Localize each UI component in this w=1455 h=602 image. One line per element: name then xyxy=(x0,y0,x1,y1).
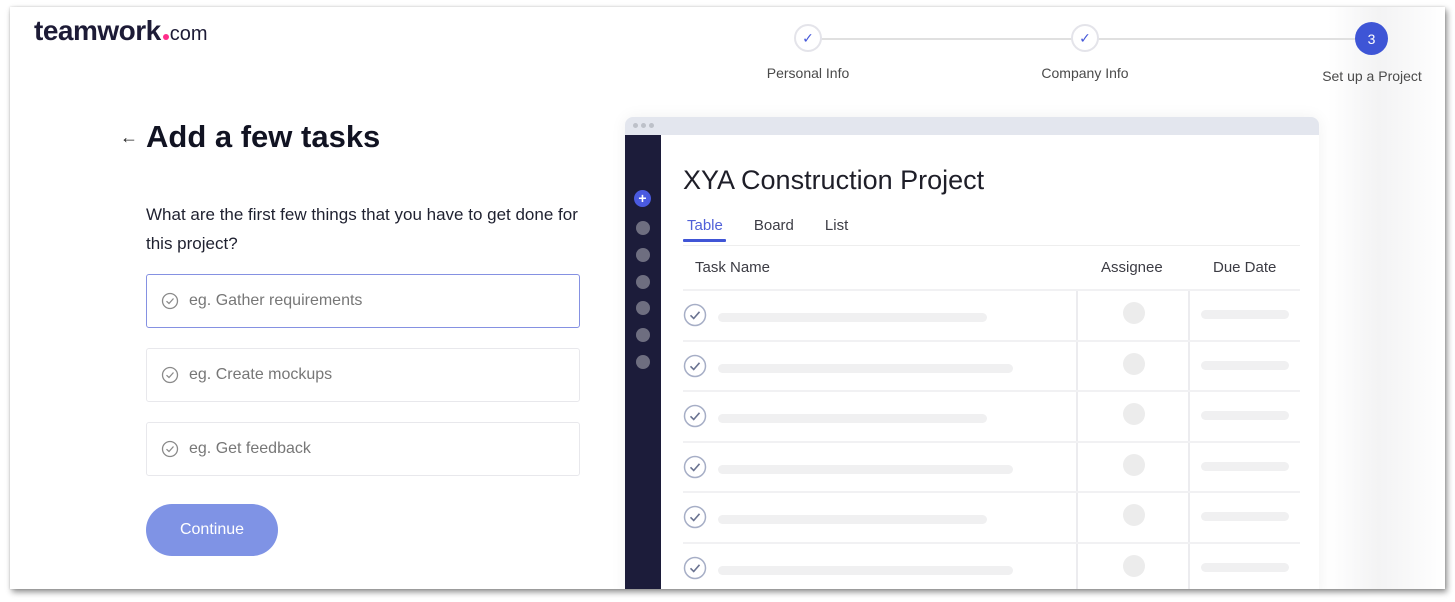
table-row xyxy=(683,289,1300,340)
step-3-label: Set up a Project xyxy=(1322,68,1422,84)
assignee-avatar-skeleton xyxy=(1123,504,1145,526)
check-circle-icon xyxy=(683,303,707,327)
task-field-1[interactable] xyxy=(189,292,549,310)
project-preview-mockup: + XYA Construction Project Table Board L… xyxy=(625,117,1319,589)
task-field-2[interactable] xyxy=(189,366,549,384)
assignee-avatar-skeleton xyxy=(1123,453,1145,476)
due-date-skeleton xyxy=(1201,411,1289,420)
task-name-skeleton xyxy=(718,464,1013,474)
check-circle-icon xyxy=(683,404,707,428)
column-divider xyxy=(1076,392,1078,441)
due-date-skeleton xyxy=(1201,512,1289,521)
progress-stepper: ✓ Personal Info ✓ Company Info 3 Set up … xyxy=(750,21,1440,91)
window-dot xyxy=(633,123,638,128)
page-title: Add a few tasks xyxy=(146,119,381,154)
column-header-due-date: Due Date xyxy=(1213,259,1277,276)
continue-button[interactable]: Continue xyxy=(146,504,278,556)
sidebar-dot xyxy=(636,275,650,289)
task-name-skeleton xyxy=(718,414,987,423)
task-table xyxy=(683,289,1300,589)
assignee-avatar-skeleton xyxy=(1123,403,1145,425)
check-circle-icon xyxy=(161,292,179,310)
app-window: teamwork com ✓ Personal Info ✓ Company I… xyxy=(10,7,1445,589)
mockup-sidebar: + xyxy=(625,135,661,589)
assignee-avatar-skeleton xyxy=(1123,554,1145,577)
task-field-3[interactable] xyxy=(189,440,549,458)
plus-icon: + xyxy=(634,190,651,207)
assignee-avatar-skeleton xyxy=(1123,352,1145,375)
logo-wordmark: teamwork xyxy=(34,15,161,46)
sidebar-dot xyxy=(636,301,650,315)
column-header-task-name: Task Name xyxy=(695,259,771,276)
check-icon: ✓ xyxy=(802,29,814,46)
column-divider xyxy=(1188,392,1190,441)
sidebar-dot xyxy=(636,248,650,262)
check-circle-icon xyxy=(683,354,707,377)
task-name-skeleton xyxy=(718,565,1013,575)
teamwork-logo[interactable]: teamwork com xyxy=(34,15,208,47)
column-divider xyxy=(1188,341,1190,390)
column-divider xyxy=(1076,543,1078,589)
sidebar-dot xyxy=(636,221,650,235)
back-button[interactable]: ← xyxy=(120,127,138,148)
window-dot xyxy=(649,123,654,128)
task-name-skeleton xyxy=(718,363,1013,373)
step-3-indicator: 3 xyxy=(1355,22,1388,55)
tab-list: List xyxy=(824,217,849,234)
due-date-skeleton xyxy=(1201,562,1289,572)
tab-board: Board xyxy=(753,217,794,234)
column-divider xyxy=(1188,543,1190,589)
column-divider xyxy=(1188,493,1190,542)
check-circle-icon xyxy=(161,440,179,458)
due-date-skeleton xyxy=(1201,461,1289,471)
check-circle-icon xyxy=(683,505,707,529)
arrow-left-icon: ← xyxy=(120,127,138,147)
check-icon: ✓ xyxy=(1079,29,1091,46)
view-tabs: Table Board List xyxy=(683,217,875,242)
check-circle-icon xyxy=(683,455,707,478)
check-circle-icon xyxy=(161,366,179,384)
column-divider xyxy=(1076,291,1078,340)
check-circle-icon xyxy=(683,556,707,579)
step-2-label: Company Info xyxy=(1041,65,1129,81)
column-header-assignee: Assignee xyxy=(1101,259,1163,276)
step-2-indicator: ✓ xyxy=(1071,24,1099,52)
sidebar-dot xyxy=(636,328,650,342)
task-name-skeleton xyxy=(718,515,987,524)
step-number: 3 xyxy=(1367,30,1376,47)
table-row xyxy=(683,491,1300,542)
stepper-connector xyxy=(820,38,1082,40)
table-row xyxy=(683,440,1300,491)
project-title: XYA Construction Project xyxy=(683,165,985,195)
logo-suffix: com xyxy=(169,23,208,45)
task-input-3[interactable] xyxy=(146,422,580,476)
stepper-connector xyxy=(1098,38,1368,40)
table-row xyxy=(683,390,1300,441)
column-divider xyxy=(1188,442,1190,491)
assignee-avatar-skeleton xyxy=(1123,302,1145,324)
table-row xyxy=(683,339,1300,390)
column-divider xyxy=(1076,341,1078,390)
window-dot xyxy=(641,123,646,128)
step-1-indicator: ✓ xyxy=(794,24,822,52)
due-date-skeleton xyxy=(1201,360,1289,370)
tabs-divider xyxy=(683,245,1300,246)
question-text: What are the first few things that you h… xyxy=(146,205,578,253)
sidebar-dot xyxy=(636,355,650,369)
task-name-skeleton xyxy=(718,313,987,322)
task-input-1[interactable] xyxy=(146,274,580,328)
tab-table: Table xyxy=(683,217,726,242)
column-divider xyxy=(1076,493,1078,542)
due-date-skeleton xyxy=(1201,310,1289,319)
table-row xyxy=(683,541,1300,589)
column-divider xyxy=(1188,291,1190,340)
logo-dot xyxy=(162,34,169,40)
task-input-2[interactable] xyxy=(146,348,580,402)
mockup-titlebar xyxy=(625,117,1319,135)
column-divider xyxy=(1076,442,1078,491)
step-1-label: Personal Info xyxy=(766,65,850,81)
